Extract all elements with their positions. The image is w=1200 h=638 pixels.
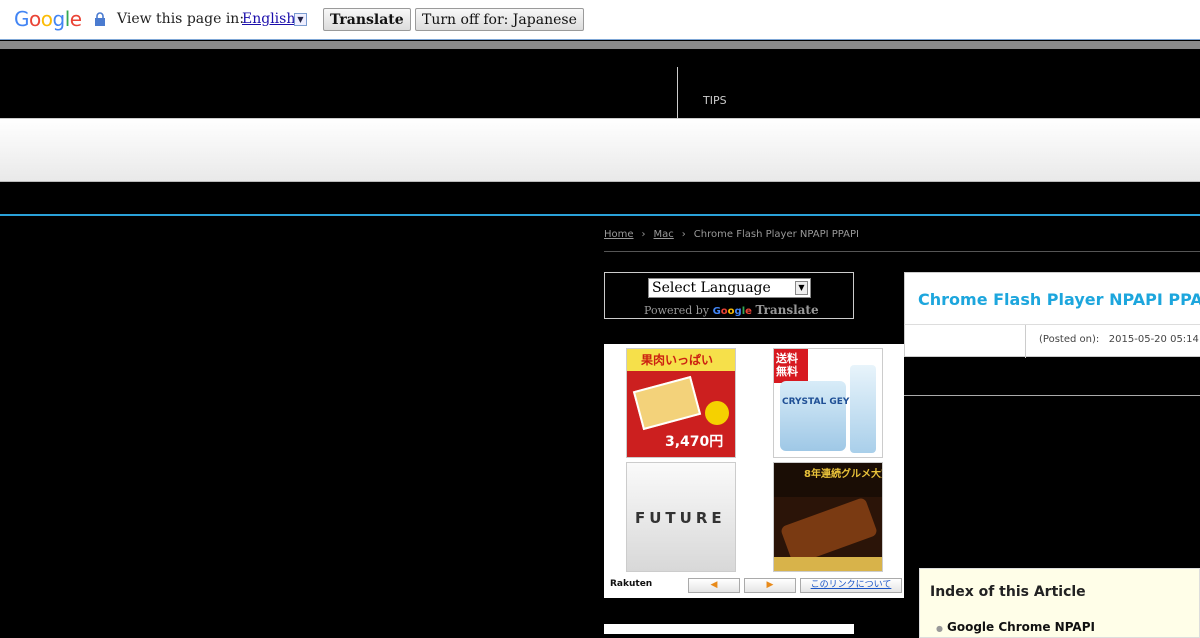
language-select[interactable]: Select Language ▼ bbox=[648, 278, 811, 298]
nav-bar bbox=[0, 183, 1200, 215]
sidebar-widget bbox=[604, 624, 854, 634]
index-item-label: Google Chrome NPAPI bbox=[946, 620, 1095, 634]
article-title[interactable]: Chrome Flash Player NPAPI PPAPI bbox=[918, 290, 1200, 309]
rakuten-ad: 果肉いっぱい 3,470円 送料無料 CRYSTAL GEYSER FUTURE… bbox=[604, 344, 904, 598]
ad-item-album[interactable]: FUTURE bbox=[626, 462, 736, 572]
accent-divider bbox=[0, 214, 1200, 216]
article-index: Index of this Article ● Google Chrome NPA… bbox=[919, 568, 1200, 638]
ad-about-link[interactable]: このリンクについて bbox=[800, 578, 902, 593]
breadcrumb-current: Chrome Flash Player NPAPI PPAPI bbox=[693, 229, 859, 240]
translate-prompt: View this page in: bbox=[117, 11, 245, 27]
language-widget: Select Language ▼ Powered by Google Tran… bbox=[604, 272, 854, 319]
chevron-down-icon[interactable]: ▼ bbox=[294, 13, 307, 26]
breadcrumb-mac[interactable]: Mac bbox=[654, 229, 674, 240]
index-title: Index of this Article bbox=[930, 584, 1086, 600]
google-mini-logo: Google bbox=[712, 306, 752, 317]
ad-prev-button[interactable]: ◀ bbox=[688, 578, 740, 593]
posted-value: 2015-05-20 05:14 bbox=[1108, 334, 1199, 345]
meta-divider bbox=[1025, 325, 1026, 358]
ad-item-water[interactable]: 送料無料 CRYSTAL GEYSER bbox=[773, 348, 883, 458]
bullet-icon: ● bbox=[936, 624, 943, 633]
nav-item-tips[interactable]: TIPS bbox=[703, 94, 727, 107]
powered-by: Powered by Google Translate bbox=[644, 303, 819, 317]
language-link[interactable]: English bbox=[242, 11, 295, 27]
toolbar-shadow bbox=[0, 41, 1200, 49]
ad-footer: Rakuten ◀ ▶ このリンクについて bbox=[604, 576, 904, 596]
ad-item-text: FUTURE bbox=[635, 509, 726, 527]
google-logo: Google bbox=[14, 7, 82, 31]
ad-next-button[interactable]: ▶ bbox=[744, 578, 796, 593]
ad-item-text: 送料無料 bbox=[776, 352, 798, 378]
ad-item-text: 8年連続グルメ大賞 bbox=[804, 469, 883, 480]
site-header bbox=[0, 49, 1200, 117]
breadcrumb-home[interactable]: Home bbox=[604, 229, 634, 240]
language-select-label: Select Language bbox=[652, 280, 771, 296]
index-item[interactable]: ● Google Chrome NPAPI bbox=[936, 620, 1095, 634]
chevron-right-icon: › bbox=[641, 229, 646, 240]
header-banner bbox=[0, 118, 1200, 182]
chevron-right-icon: › bbox=[681, 229, 686, 240]
ad-item-price: 3,470円 bbox=[665, 434, 724, 450]
rakuten-logo: Rakuten bbox=[610, 579, 653, 589]
article-header: Chrome Flash Player NPAPI PPAPI bbox=[904, 272, 1200, 324]
powered-by-label: Powered by bbox=[644, 304, 710, 317]
posted-label: (Posted on): bbox=[1039, 334, 1100, 345]
breadcrumb: Home › Mac › Chrome Flash Player NPAPI PPAPI bbox=[604, 229, 859, 240]
ad-item-eel[interactable]: 8年連続グルメ大賞 bbox=[773, 462, 883, 572]
lock-icon bbox=[95, 12, 105, 26]
ad-item-text: 果肉いっぱい bbox=[641, 353, 714, 367]
posted-date: (Posted on): 2015-05-20 05:14 bbox=[1039, 334, 1199, 345]
translate-link[interactable]: Translate bbox=[755, 303, 818, 317]
breadcrumb-rule bbox=[604, 251, 1200, 252]
content-rule bbox=[904, 395, 1200, 396]
ad-item-fruit-candy[interactable]: 果肉いっぱい 3,470円 bbox=[626, 348, 736, 458]
turn-off-button[interactable]: Turn off for: Japanese bbox=[415, 8, 584, 31]
article-meta: (Posted on): 2015-05-20 05:14 bbox=[904, 324, 1200, 358]
translate-bar: Google View this page in: English ▼ Tran… bbox=[0, 0, 1200, 40]
translate-button[interactable]: Translate bbox=[323, 8, 411, 31]
chevron-down-icon: ▼ bbox=[795, 281, 808, 295]
